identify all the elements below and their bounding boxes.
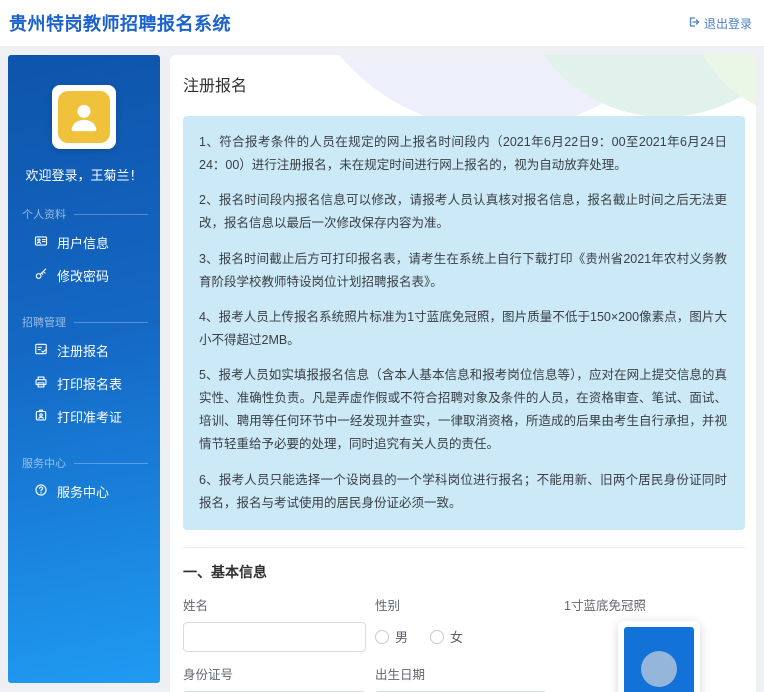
question-circle-icon [34, 483, 48, 500]
sidebar-section-profile: 个人资料 用户信息 修改密码 [8, 206, 160, 292]
sidebar: 欢迎登录，王菊兰！ 个人资料 用户信息 修改密码 招聘管理 [8, 55, 160, 683]
sidebar-item-label: 打印报名表 [57, 374, 122, 393]
name-label: 姓名 [183, 595, 366, 614]
section-title-basic-info: 一、基本信息 [183, 562, 745, 582]
sidebar-item-change-password[interactable]: 修改密码 [8, 259, 160, 292]
field-gender: 性别 男 女 [375, 595, 547, 652]
sidebar-item-label: 打印准考证 [57, 407, 122, 426]
radio-circle-icon [430, 630, 444, 644]
gender-label: 性别 [375, 595, 547, 614]
top-header: 贵州特岗教师招聘报名系统 退出登录 [0, 0, 764, 46]
sidebar-section-label: 个人资料 [8, 206, 160, 222]
photo-card: 更换 [618, 621, 700, 692]
logout-button[interactable]: 退出登录 [688, 15, 752, 32]
notice-item-1: 1、符合报考条件的人员在规定的网上报名时间段内（2021年6月22日9：00至2… [199, 131, 727, 177]
page-title: 注册报名 [183, 55, 745, 96]
avatar [52, 85, 116, 149]
sidebar-section-label: 招聘管理 [8, 314, 160, 330]
app-title: 贵州特岗教师招聘报名系统 [9, 10, 231, 36]
notice-item-6: 6、报考人员只能选择一个设岗县的一个学科岗位进行报名；不能用新、旧两个居民身份证… [199, 469, 727, 515]
logout-icon [688, 16, 700, 31]
sidebar-item-label: 修改密码 [57, 266, 109, 285]
id-number-label: 身份证号 [183, 664, 366, 683]
radio-circle-icon [375, 630, 389, 644]
sidebar-item-print-admission[interactable]: 打印准考证 [8, 400, 160, 433]
key-icon [34, 267, 48, 284]
notice-item-3: 3、报名时间截止后方可打印报名表，请考生在系统上自行下载打印《贵州省2021年农… [199, 248, 727, 294]
id-card-icon [34, 234, 48, 251]
register-form-icon [34, 342, 48, 359]
welcome-message: 欢迎登录，王菊兰！ [8, 165, 160, 184]
printer-icon [34, 375, 48, 392]
sidebar-item-register[interactable]: 注册报名 [8, 334, 160, 367]
sidebar-section-label: 服务中心 [8, 455, 160, 471]
notice-item-5: 5、报考人员如实填报报名信息（含本人基本信息和报考岗位信息等），应对在网上提交信… [199, 364, 727, 457]
field-id-number: 身份证号 [183, 664, 366, 692]
sidebar-item-service-center[interactable]: 服务中心 [8, 475, 160, 508]
notice-item-2: 2、报名时间段内报名信息可以修改，请报考人员认真核对报名信息，报名截止时间之后无… [199, 189, 727, 235]
sidebar-section-recruitment: 招聘管理 注册报名 打印报名表 打印准考证 [8, 314, 160, 433]
sidebar-section-service: 服务中心 服务中心 [8, 455, 160, 508]
gender-female-label: 女 [450, 627, 463, 646]
avatar-person-icon [58, 91, 110, 143]
gender-male-label: 男 [395, 627, 408, 646]
notice-item-4: 4、报考人员上传报名系统照片标准为1寸蓝底免冠照，图片质量不低于150×200像… [199, 306, 727, 352]
main-content-card: 注册报名 1、符合报考条件的人员在规定的网上报名时间段内（2021年6月22日9… [170, 55, 756, 692]
sidebar-item-label: 服务中心 [57, 482, 109, 501]
page-body: 欢迎登录，王菊兰！ 个人资料 用户信息 修改密码 招聘管理 [0, 46, 764, 692]
admission-badge-icon [34, 408, 48, 425]
sidebar-item-print-form[interactable]: 打印报名表 [8, 367, 160, 400]
name-input[interactable] [183, 622, 366, 652]
section-divider [183, 547, 745, 548]
sidebar-item-label: 注册报名 [57, 341, 109, 360]
photo-preview: 更换 [624, 627, 694, 692]
sidebar-item-label: 用户信息 [57, 233, 109, 252]
gender-male-radio[interactable]: 男 [375, 627, 408, 646]
gender-female-radio[interactable]: 女 [430, 627, 463, 646]
birth-date-label: 出生日期 [375, 664, 547, 683]
person-silhouette-icon [624, 633, 694, 692]
photo-upload-area: 1寸蓝底免冠照 更换 [564, 595, 734, 692]
sidebar-item-user-info[interactable]: 用户信息 [8, 226, 160, 259]
photo-label: 1寸蓝底免冠照 [564, 595, 734, 614]
logout-label: 退出登录 [704, 15, 752, 32]
field-name: 姓名 [183, 595, 366, 652]
field-birth-date: 出生日期 [375, 664, 547, 692]
notice-box: 1、符合报考条件的人员在规定的网上报名时间段内（2021年6月22日9：00至2… [183, 116, 745, 530]
basic-info-form: 姓名 性别 男 女 [183, 595, 745, 692]
